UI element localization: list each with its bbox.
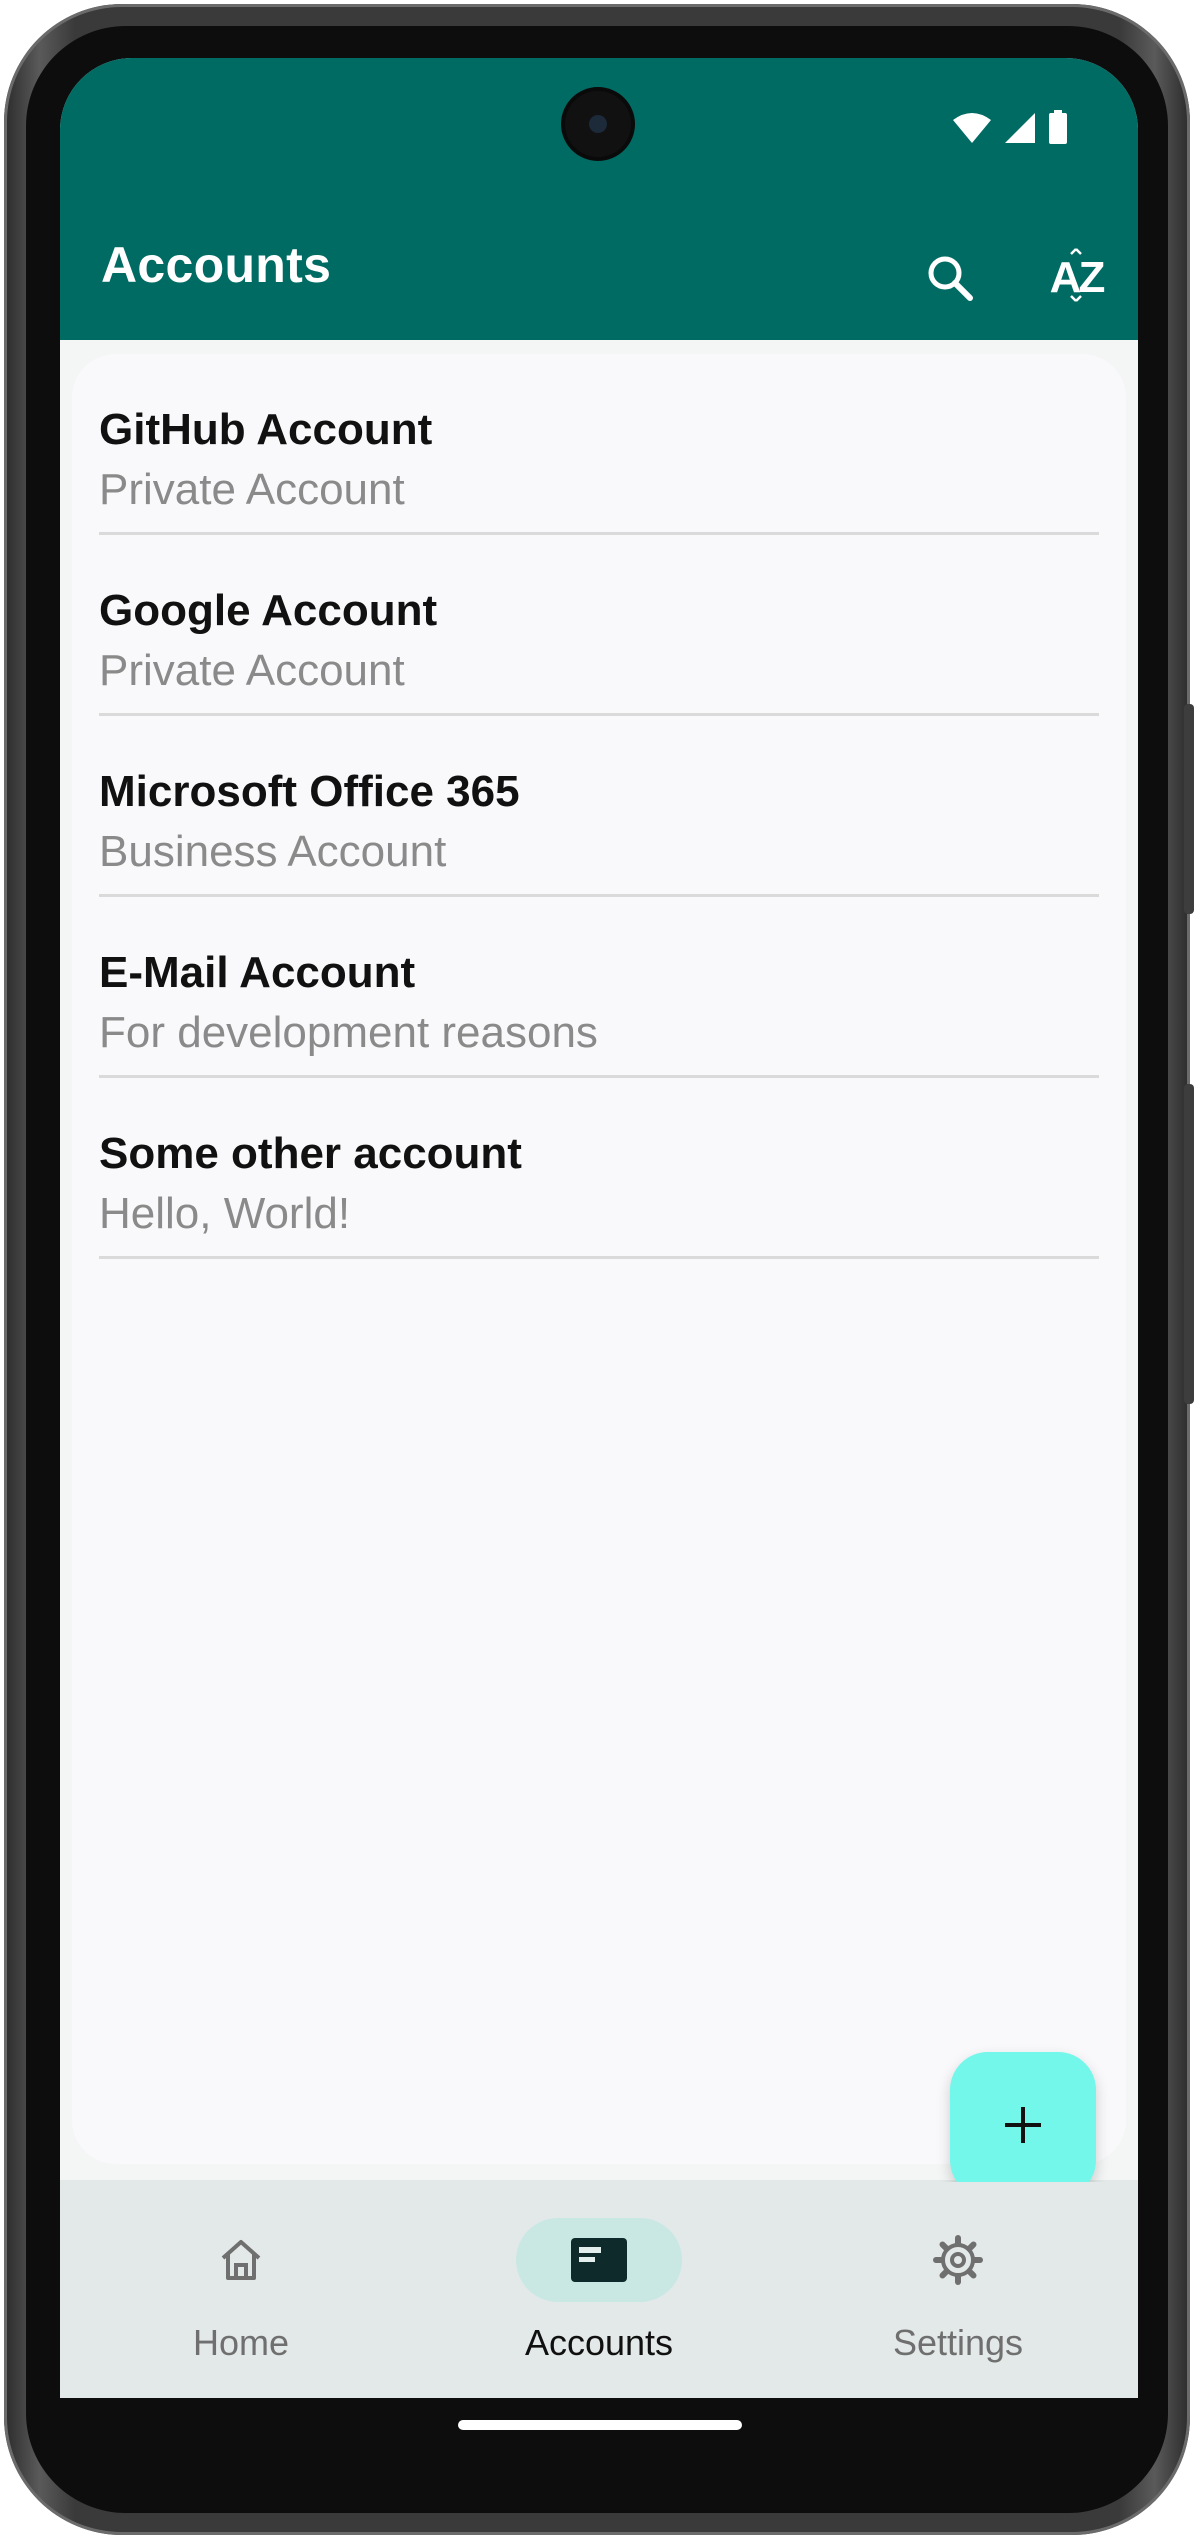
nav-indicator	[875, 2218, 1041, 2302]
account-name: E-Mail Account	[99, 948, 416, 997]
accounts-card: GitHub Account Private Account Google Ac…	[72, 354, 1126, 2164]
plus-icon	[1005, 2107, 1041, 2143]
nav-label-home: Home	[192, 2322, 290, 2363]
account-description: Private Account	[99, 646, 405, 695]
gesture-area	[60, 2398, 1138, 2454]
home-gesture-bar[interactable]	[458, 2420, 742, 2430]
nav-indicator	[158, 2218, 324, 2302]
nav-label-settings: Settings	[892, 2322, 1024, 2363]
account-card-icon	[571, 2238, 627, 2282]
power-button	[1184, 704, 1194, 914]
account-item-email[interactable]: E-Mail Account For development reasons	[99, 897, 1099, 1078]
content-area: GitHub Account Private Account Google Ac…	[60, 340, 1138, 2198]
nav-item-accounts[interactable]: Accounts	[469, 2182, 729, 2398]
nav-label-accounts: Accounts	[524, 2322, 674, 2363]
sort-alphabetical-icon: AZ	[1050, 248, 1105, 302]
account-description: Business Account	[99, 827, 447, 876]
volume-button	[1184, 1084, 1194, 1404]
home-icon	[221, 2240, 261, 2280]
account-name: GitHub Account	[99, 405, 433, 454]
signal-icon	[1005, 113, 1035, 143]
screen: Accounts AZ GitHub Account Private Accou…	[60, 58, 1138, 2454]
account-item-other[interactable]: Some other account Hello, World!	[99, 1078, 1099, 1259]
nav-active-indicator	[516, 2218, 682, 2302]
account-item-microsoft[interactable]: Microsoft Office 365 Business Account	[99, 716, 1099, 897]
sort-button[interactable]: AZ	[1036, 238, 1116, 318]
search-icon	[928, 256, 973, 301]
battery-icon	[1049, 110, 1067, 144]
account-name: Google Account	[99, 586, 438, 635]
gear-icon	[933, 2235, 983, 2285]
bottom-navigation: Home Accounts Settings	[60, 2182, 1138, 2398]
page-title: Accounts	[101, 237, 332, 293]
nav-item-settings[interactable]: Settings	[828, 2182, 1088, 2398]
front-camera	[565, 91, 631, 157]
search-button[interactable]	[910, 238, 990, 318]
add-account-button[interactable]	[950, 2052, 1096, 2198]
sort-arrows	[1069, 248, 1082, 302]
accounts-list: GitHub Account Private Account Google Ac…	[99, 354, 1099, 1259]
status-bar-icons	[952, 110, 1068, 144]
account-description: Private Account	[99, 465, 405, 514]
account-name: Some other account	[99, 1129, 522, 1178]
account-name: Microsoft Office 365	[99, 767, 520, 816]
account-description: For development reasons	[99, 1008, 598, 1057]
account-item-google[interactable]: Google Account Private Account	[99, 535, 1099, 716]
wifi-icon	[953, 113, 991, 143]
nav-item-home[interactable]: Home	[111, 2182, 371, 2398]
top-app-bar: Accounts AZ	[60, 58, 1138, 340]
account-description: Hello, World!	[99, 1189, 351, 1238]
account-item-github[interactable]: GitHub Account Private Account	[99, 354, 1099, 535]
